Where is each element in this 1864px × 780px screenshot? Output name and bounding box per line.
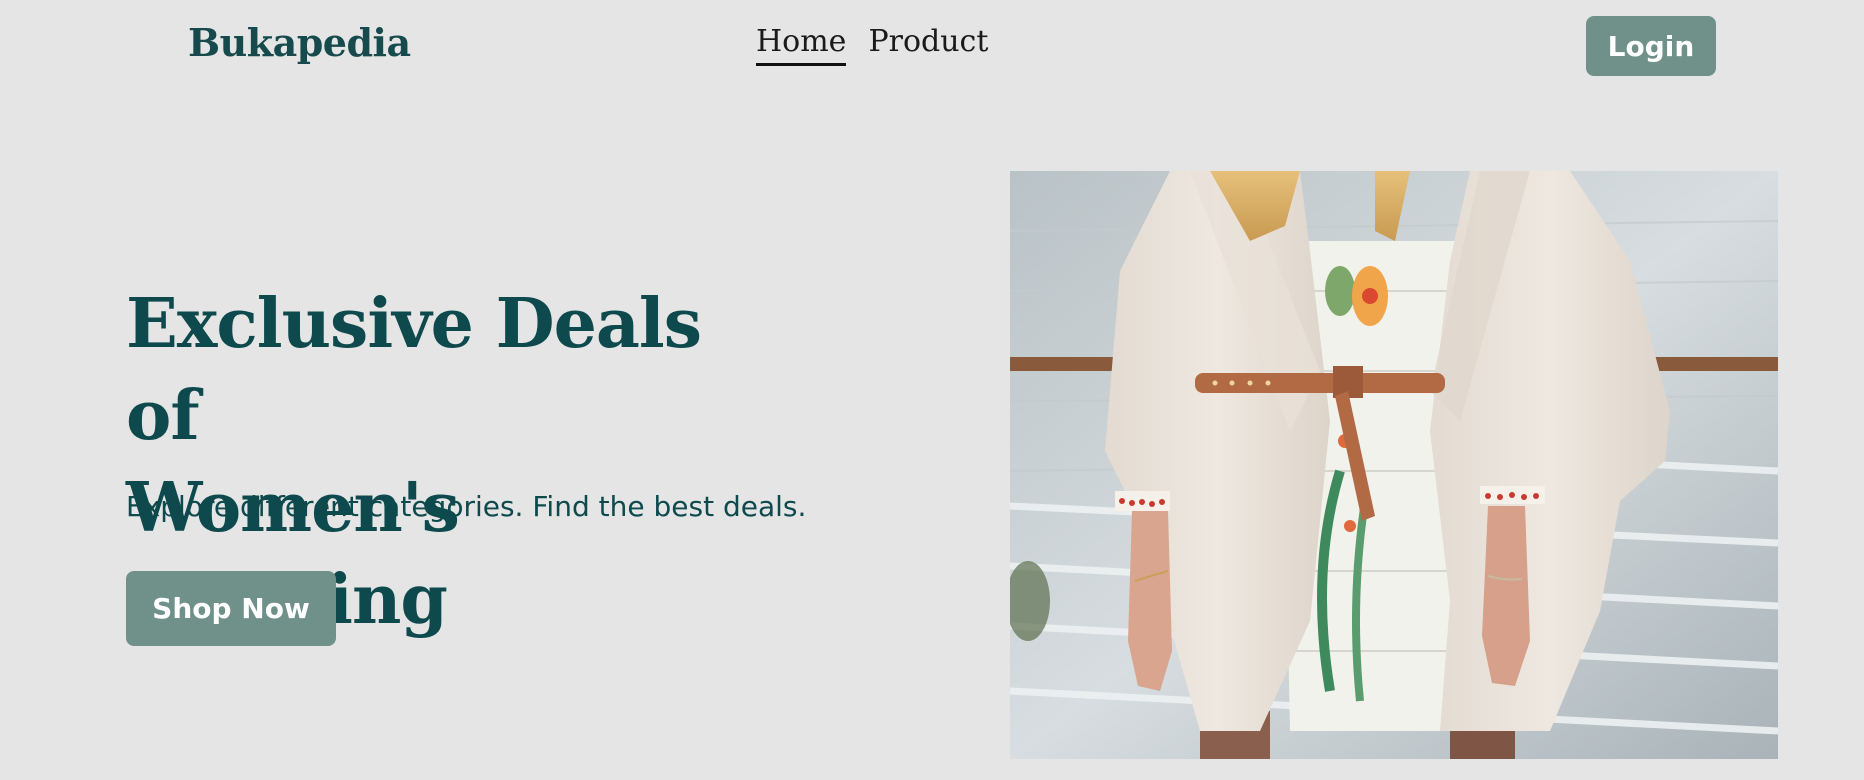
hero-subtitle: Explore different categories. Find the b…	[126, 490, 807, 523]
nav-link-product[interactable]: Product	[868, 24, 988, 66]
login-button[interactable]: Login	[1586, 16, 1716, 76]
main-nav: Home Product	[756, 24, 988, 66]
hero-image	[1010, 171, 1778, 759]
shop-now-button[interactable]: Shop Now	[126, 571, 336, 646]
hero-title-line-1: Exclusive Deals of	[126, 284, 702, 456]
brand-logo[interactable]: Bukapedia	[188, 20, 411, 65]
nav-link-home[interactable]: Home	[756, 24, 847, 66]
